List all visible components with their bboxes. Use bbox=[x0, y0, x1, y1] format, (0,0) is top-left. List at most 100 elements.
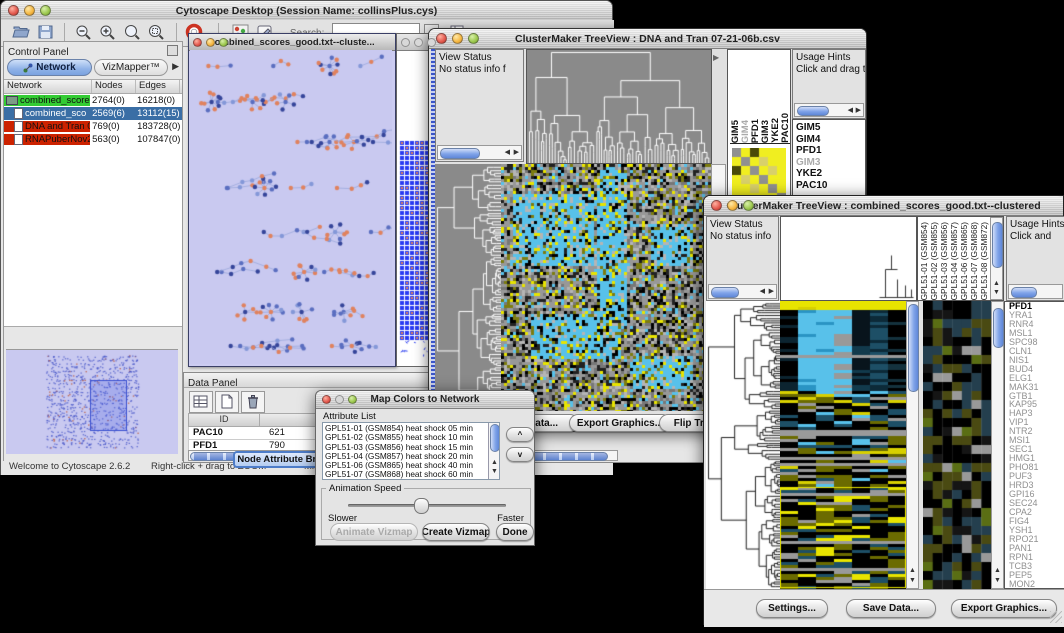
gene-label[interactable]: YKE2 bbox=[796, 168, 865, 180]
zoom-window-icon[interactable] bbox=[348, 395, 357, 404]
usage-hints-hscrollbar[interactable] bbox=[1008, 284, 1063, 299]
gene-label[interactable]: PFD1 bbox=[796, 145, 865, 157]
column-header-edges[interactable]: Edges bbox=[136, 80, 180, 93]
minimize-icon[interactable] bbox=[206, 38, 215, 47]
main-titlebar[interactable]: Cytoscape Desktop (Session Name: collins… bbox=[1, 1, 612, 21]
scroll-left-icon[interactable]: ◀ bbox=[505, 149, 510, 156]
table-row[interactable]: DNA and Tran 07769(0)183728(0) bbox=[4, 120, 182, 133]
gene-label[interactable]: HAP3 bbox=[1009, 409, 1064, 418]
gene-label[interactable]: RNR4 bbox=[1009, 320, 1064, 329]
gene-label[interactable]: HMG1 bbox=[1009, 454, 1064, 463]
zoom-fit-icon[interactable] bbox=[147, 23, 167, 41]
create-vizmap-button[interactable]: Create Vizmap bbox=[422, 523, 490, 541]
table-row[interactable]: combined_sco2569(6)13112(15) bbox=[4, 107, 182, 120]
scroll-down-icon[interactable]: ▼ bbox=[491, 468, 498, 475]
gene-label[interactable]: TCB3 bbox=[1009, 562, 1064, 571]
gene-label[interactable]: PHO81 bbox=[1009, 463, 1064, 472]
tab-overflow-arrow[interactable]: ▶ bbox=[172, 61, 179, 72]
gene-label[interactable]: SEC1 bbox=[1009, 445, 1064, 454]
minimize-icon[interactable] bbox=[452, 33, 463, 44]
gene-label[interactable]: ELG1 bbox=[1009, 374, 1064, 383]
gene-label[interactable]: CPA2 bbox=[1009, 508, 1064, 517]
zoom-window-icon[interactable] bbox=[219, 38, 228, 47]
close-icon[interactable] bbox=[436, 33, 447, 44]
open-file-icon[interactable] bbox=[11, 23, 31, 41]
treeview-dna-titlebar[interactable]: ClusterMaker TreeView : DNA and Tran 07-… bbox=[429, 29, 866, 49]
row-dendrogram-canvas[interactable] bbox=[435, 164, 501, 411]
gene-label[interactable]: PUF3 bbox=[1009, 472, 1064, 481]
row-dendrogram-canvas[interactable] bbox=[706, 301, 780, 589]
scroll-down-icon[interactable]: ▼ bbox=[994, 577, 1001, 584]
close-icon[interactable] bbox=[711, 200, 722, 211]
scroll-down-icon[interactable]: ▼ bbox=[909, 577, 916, 584]
gene-label[interactable]: HRD3 bbox=[1009, 481, 1064, 490]
zoom-window-icon[interactable] bbox=[468, 33, 479, 44]
heatmap-canvas[interactable] bbox=[780, 301, 906, 589]
minimize-icon[interactable] bbox=[335, 395, 344, 404]
gene-label[interactable]: VIP1 bbox=[1009, 418, 1064, 427]
tab-network[interactable]: Network bbox=[7, 59, 92, 76]
view-status-hscrollbar[interactable]: ◀ ▶ bbox=[437, 145, 522, 160]
column-dendrogram-area[interactable] bbox=[780, 216, 917, 301]
gene-label[interactable]: SEC24 bbox=[1009, 499, 1064, 508]
scroll-up-icon[interactable]: ▲ bbox=[993, 280, 1000, 287]
gene-label[interactable]: FIG4 bbox=[1009, 517, 1064, 526]
network-canvas[interactable] bbox=[190, 50, 392, 364]
scroll-right-icon[interactable]: ▶ bbox=[856, 107, 861, 114]
zoom-window-icon[interactable] bbox=[743, 200, 754, 211]
close-icon[interactable] bbox=[8, 5, 19, 16]
column-header-id[interactable]: ID bbox=[189, 414, 260, 426]
gene-label[interactable]: RPO21 bbox=[1009, 535, 1064, 544]
delete-attribute-icon[interactable] bbox=[241, 391, 265, 413]
resize-grip[interactable] bbox=[1050, 611, 1062, 623]
gene-label[interactable]: PAC10 bbox=[796, 180, 865, 192]
column-header-nodes[interactable]: Nodes bbox=[92, 80, 136, 93]
column-labels-vscrollbar[interactable]: ▲ ▼ bbox=[990, 217, 1003, 300]
zoom-out-icon[interactable] bbox=[74, 23, 94, 41]
gene-label[interactable]: MON2 bbox=[1009, 580, 1064, 589]
divider-arrow-icon[interactable]: ▶ bbox=[713, 53, 719, 62]
gene-label[interactable]: MAK31 bbox=[1009, 383, 1064, 392]
column-dendrogram-canvas[interactable] bbox=[526, 49, 712, 164]
attribute-item[interactable]: GPL51-07 (GSM868) heat shock 60 min bbox=[325, 470, 485, 479]
gene-list-panel[interactable]: PFD1YRA1RNR4MSL1SPC98CLN1NIS1BUD4ELG1MAK… bbox=[1004, 301, 1064, 589]
gene-label[interactable]: GIM3 bbox=[796, 157, 865, 169]
zoom-selected-icon[interactable] bbox=[123, 23, 143, 41]
zoom-window-icon[interactable] bbox=[40, 5, 51, 16]
move-down-button[interactable]: v bbox=[506, 447, 534, 462]
map-dialog-titlebar[interactable]: Map Colors to Network bbox=[316, 391, 534, 409]
move-up-button[interactable]: ^ bbox=[506, 427, 534, 442]
view-status-hscrollbar[interactable]: ◀ ▶ bbox=[708, 284, 777, 299]
gene-label[interactable]: YSH1 bbox=[1009, 526, 1064, 535]
animate-vizmap-button[interactable]: Animate Vizmap bbox=[330, 523, 418, 541]
gene-label[interactable]: BUD4 bbox=[1009, 365, 1064, 374]
scroll-left-icon[interactable]: ◀ bbox=[760, 288, 765, 295]
zoom-in-icon[interactable] bbox=[98, 23, 118, 41]
scroll-right-icon[interactable]: ▶ bbox=[769, 288, 774, 295]
scroll-left-icon[interactable]: ◀ bbox=[848, 107, 853, 114]
minimize-icon[interactable] bbox=[727, 200, 738, 211]
column-header-network[interactable]: Network bbox=[4, 80, 92, 93]
gene-label[interactable]: PAN1 bbox=[1009, 544, 1064, 553]
button-save-data[interactable]: Save Data... bbox=[846, 599, 936, 618]
scroll-up-icon[interactable]: ▲ bbox=[994, 567, 1001, 574]
heatmap-vscrollbar[interactable]: ▲ ▼ bbox=[906, 301, 919, 589]
button-export-graphics[interactable]: Export Graphics... bbox=[951, 599, 1057, 618]
gene-label[interactable]: RPN1 bbox=[1009, 553, 1064, 562]
gene-label[interactable]: PEP5 bbox=[1009, 571, 1064, 580]
button-export-graphics[interactable]: Export Graphics... bbox=[569, 414, 671, 432]
gene-label[interactable]: MSL1 bbox=[1009, 329, 1064, 338]
new-attribute-icon[interactable] bbox=[215, 391, 239, 413]
detail-heatmap-canvas[interactable] bbox=[923, 301, 991, 589]
zoom-window-icon[interactable] bbox=[427, 38, 436, 47]
close-icon[interactable] bbox=[322, 395, 331, 404]
gene-label[interactable]: GPI16 bbox=[1009, 490, 1064, 499]
gene-label[interactable]: SPC98 bbox=[1009, 338, 1064, 347]
close-icon[interactable] bbox=[193, 38, 202, 47]
gene-label[interactable]: PFD1 bbox=[1009, 302, 1064, 311]
gene-label[interactable]: GTB1 bbox=[1009, 392, 1064, 401]
table-view-icon[interactable] bbox=[189, 391, 213, 413]
scroll-up-icon[interactable]: ▲ bbox=[491, 459, 498, 466]
scroll-up-icon[interactable]: ▲ bbox=[909, 567, 916, 574]
scroll-right-icon[interactable]: ▶ bbox=[514, 149, 519, 156]
